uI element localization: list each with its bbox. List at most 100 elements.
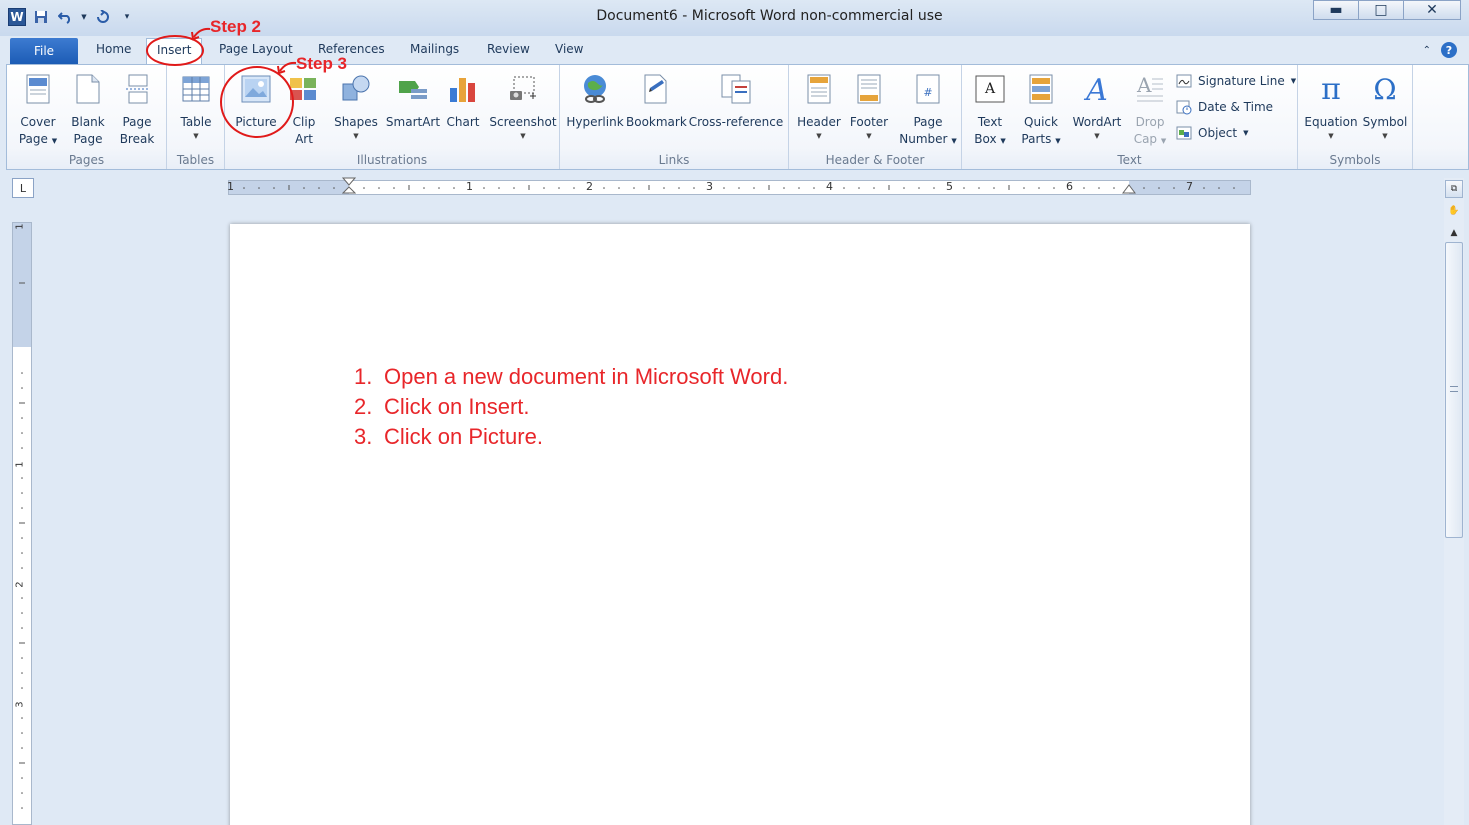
svg-text:#: #	[923, 86, 932, 99]
tab-review[interactable]: Review	[487, 42, 530, 56]
page-break-button[interactable]: Page Break	[113, 71, 161, 148]
tab-file[interactable]: File	[10, 38, 78, 64]
hyperlink-button[interactable]: Hyperlink	[566, 71, 624, 131]
clip-art-label-1: Clip	[292, 115, 316, 129]
object-icon	[1176, 125, 1192, 141]
shapes-label: Shapes	[334, 115, 378, 129]
wordart-icon: A	[1080, 71, 1114, 107]
text-box-label-2: Box	[974, 132, 997, 146]
group-links: Hyperlink Bookmark Cross-reference Links	[560, 65, 789, 169]
minimize-ribbon-icon[interactable]: ⌃	[1423, 45, 1431, 56]
horizontal-ruler[interactable]: 1 1 2 3 4 5 6 7	[227, 177, 1251, 197]
list-item[interactable]: 1. Open a new document in Microsoft Word.	[354, 362, 788, 392]
cover-page-button[interactable]: Cover Page ▼	[13, 71, 63, 150]
table-label: Table	[180, 115, 212, 129]
vertical-scrollbar[interactable]: ⧉ ✋ ▲	[1444, 178, 1464, 825]
screenshot-button[interactable]: Screenshot ▼	[489, 71, 557, 141]
list-text: Click on Insert.	[384, 394, 530, 419]
wordart-label: WordArt	[1072, 115, 1122, 129]
smartart-button[interactable]: SmartArt	[385, 71, 441, 131]
view-ruler-button[interactable]: ⧉	[1445, 180, 1463, 198]
chart-button[interactable]: Chart	[443, 71, 483, 131]
vertical-ruler[interactable]: 1 1 2 3	[12, 222, 32, 825]
object-button[interactable]: Object ▼	[1176, 125, 1248, 141]
svg-text:A: A	[1083, 73, 1108, 105]
ruler-number: 2	[586, 180, 593, 193]
clip-art-label-2: Art	[295, 132, 313, 146]
ruler-number: 3	[706, 180, 713, 193]
quick-parts-label-2: Parts	[1021, 132, 1052, 146]
close-button[interactable]: ✕	[1403, 0, 1461, 20]
list-item[interactable]: 2. Click on Insert.	[354, 392, 788, 422]
help-icon[interactable]: ?	[1441, 42, 1457, 58]
footer-button[interactable]: Footer ▼	[845, 71, 893, 141]
text-box-button[interactable]: A Text Box ▼	[968, 71, 1012, 150]
list-item[interactable]: 3. Click on Picture.	[354, 422, 788, 452]
header-button[interactable]: Header ▼	[795, 71, 843, 141]
symbol-button[interactable]: Ω Symbol ▼	[1360, 71, 1410, 141]
table-icon	[179, 71, 213, 107]
tab-page-layout[interactable]: Page Layout	[219, 42, 293, 56]
page-number-button[interactable]: # Page Number ▼	[897, 71, 959, 150]
group-label-header-footer: Header & Footer	[825, 153, 925, 167]
cross-reference-button[interactable]: Cross-reference	[688, 71, 784, 131]
ruler-number: 7	[1186, 180, 1193, 193]
view-ruler-icon: ⧉	[1450, 184, 1458, 194]
blank-page-button[interactable]: Blank Page	[65, 71, 111, 148]
equation-button[interactable]: π Equation ▼	[1302, 71, 1360, 141]
bookmark-icon	[639, 71, 673, 107]
first-line-indent-marker[interactable]	[342, 177, 356, 197]
right-indent-marker[interactable]	[1122, 184, 1136, 196]
table-button[interactable]: Table ▼	[173, 71, 219, 141]
tab-selector[interactable]: L	[12, 178, 34, 198]
pan-icon[interactable]: ✋	[1445, 202, 1463, 220]
cross-reference-label: Cross-reference	[688, 115, 784, 129]
maximize-button[interactable]: □	[1358, 0, 1404, 20]
svg-text:A: A	[1136, 74, 1152, 97]
cover-page-label-2: Page	[18, 132, 48, 146]
group-label-tables: Tables	[176, 153, 215, 167]
ruler-number: 3	[14, 701, 26, 708]
picture-button-highlight-circle	[220, 66, 294, 138]
chart-label: Chart	[446, 115, 480, 129]
signature-line-button[interactable]: Signature Line ▼	[1176, 73, 1296, 89]
shapes-icon	[339, 71, 373, 107]
drop-cap-label-1: Drop	[1135, 115, 1165, 129]
drop-cap-label-2: Cap	[1133, 132, 1158, 146]
date-time-button[interactable]: Date & Time	[1176, 99, 1273, 115]
quick-parts-button[interactable]: Quick Parts ▼	[1016, 71, 1066, 150]
pi-icon: π	[1321, 71, 1341, 107]
tab-mailings[interactable]: Mailings	[410, 42, 459, 56]
steps-list[interactable]: 1. Open a new document in Microsoft Word.…	[354, 362, 788, 452]
document-page[interactable]: 1. Open a new document in Microsoft Word.…	[230, 224, 1250, 825]
minimize-button[interactable]: ▬	[1313, 0, 1359, 20]
list-text: Click on Picture.	[384, 424, 543, 449]
ruler-number: 1	[14, 461, 26, 468]
scroll-up-icon[interactable]: ▲	[1445, 224, 1463, 242]
cover-page-label-1: Cover	[20, 115, 56, 129]
shapes-button[interactable]: Shapes ▼	[329, 71, 383, 141]
page-number-icon: #	[911, 71, 945, 107]
ribbon-tabs: File Home Insert Page Layout References …	[0, 36, 1469, 65]
page-number-label-2: Number	[899, 132, 948, 146]
smartart-label: SmartArt	[385, 115, 441, 129]
tab-home[interactable]: Home	[96, 42, 131, 56]
bookmark-button[interactable]: Bookmark	[626, 71, 687, 131]
tab-view[interactable]: View	[555, 42, 583, 56]
blank-page-label-1: Blank	[71, 115, 105, 129]
wordart-button[interactable]: A WordArt ▼	[1068, 71, 1126, 141]
maximize-icon: □	[1374, 2, 1388, 18]
page-break-label-1: Page	[122, 115, 152, 129]
group-header-footer: Header ▼ Footer ▼ # Page Number ▼ Header…	[789, 65, 962, 169]
date-time-label: Date & Time	[1198, 100, 1274, 114]
chart-icon	[446, 71, 480, 107]
step2-arrow-icon	[191, 27, 211, 41]
footer-label: Footer	[849, 115, 889, 129]
smartart-icon	[396, 71, 430, 107]
hyperlink-icon	[578, 71, 612, 107]
drop-cap-button[interactable]: A Drop Cap ▼	[1126, 71, 1174, 150]
screenshot-label: Screenshot	[489, 115, 557, 129]
drop-cap-icon: A	[1133, 71, 1167, 107]
group-label-text: Text	[1117, 153, 1142, 167]
ruler-number: 1	[14, 223, 26, 230]
